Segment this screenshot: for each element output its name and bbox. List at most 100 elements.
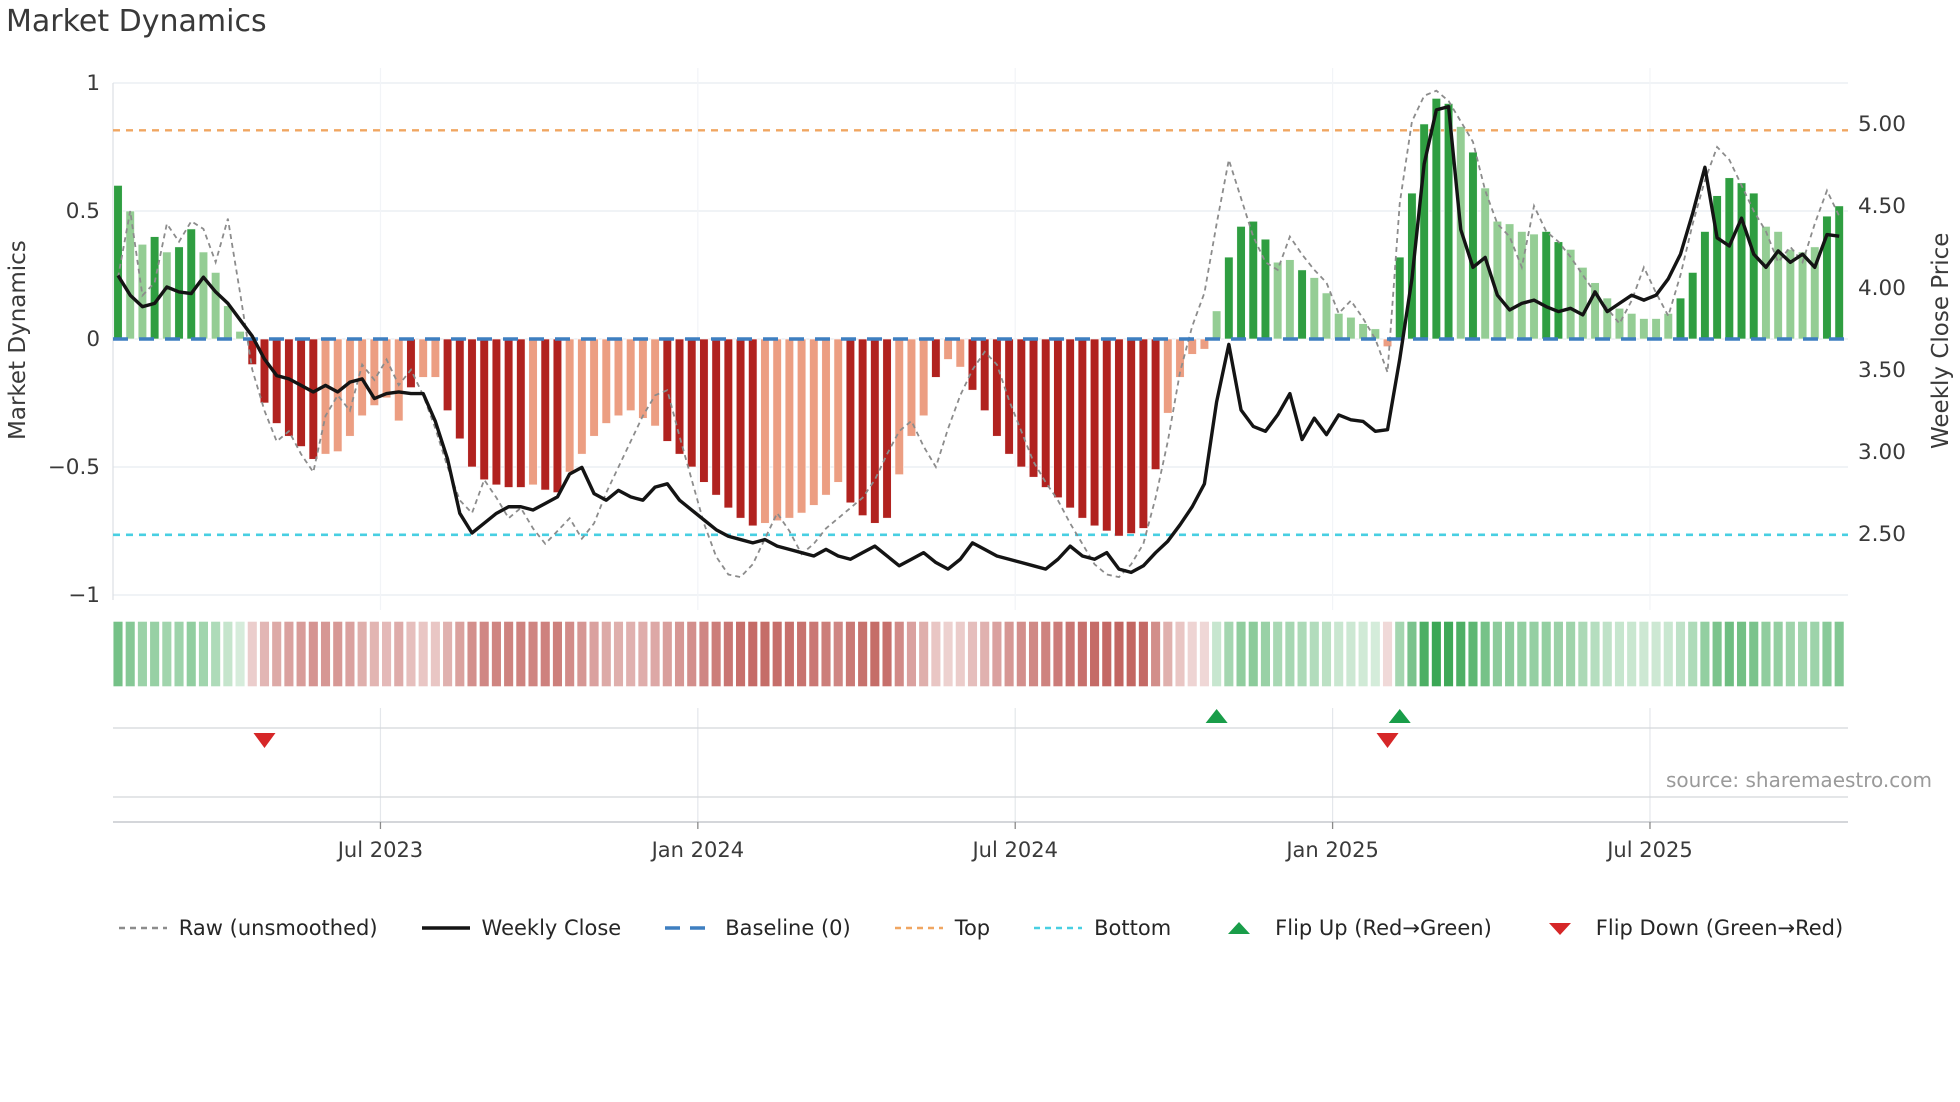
heatmap-cell	[881, 620, 893, 688]
heatmap-cell	[380, 620, 393, 688]
heatmap-cell	[319, 620, 332, 688]
heatmap-cell	[795, 620, 808, 688]
legend-label: Weekly Close	[481, 916, 622, 940]
oscillator-bar	[540, 338, 550, 491]
oscillator-bar	[333, 338, 343, 452]
oscillator-bar	[906, 338, 917, 437]
heatmap-cell	[1149, 620, 1162, 688]
heatmap-cell	[1381, 620, 1394, 688]
heatmap-cell	[1796, 620, 1809, 688]
heatmap-cell	[1344, 620, 1357, 688]
oscillator-bar	[1541, 231, 1551, 340]
x-tick-label: Jul 2025	[1605, 838, 1692, 862]
oscillator-bar	[992, 338, 1002, 437]
oscillator-bar	[1126, 338, 1136, 534]
oscillator-bar	[601, 338, 611, 424]
heatmap-cell	[1039, 620, 1052, 688]
heatmap-cell	[1698, 620, 1711, 688]
legend-item-long-dash-line: Baseline (0)	[663, 916, 851, 940]
heatmap-cell	[844, 620, 857, 688]
heatmap-cell	[1296, 620, 1309, 688]
heatmap-cell	[746, 620, 759, 688]
heatmap-cell	[1650, 620, 1663, 688]
heatmap-cell	[258, 620, 271, 688]
oscillator-bar	[320, 338, 331, 455]
oscillator-bar	[1321, 292, 1332, 340]
heatmap-cell	[685, 620, 698, 688]
legend-label: Top	[954, 916, 991, 940]
oscillator-bar	[565, 338, 575, 473]
heatmap-cell	[1027, 620, 1040, 688]
heatmap-cell	[514, 620, 527, 688]
heatmap-cell	[1821, 620, 1833, 688]
oscillator-bar	[870, 338, 880, 524]
flip-up-marker	[1388, 709, 1411, 723]
heatmap-cell	[417, 620, 430, 688]
heatmap-cell	[1088, 620, 1101, 688]
oscillator-bar	[1651, 318, 1661, 340]
heatmap-cell	[783, 620, 796, 688]
oscillator-bar	[149, 236, 160, 340]
short-dash-line-icon	[894, 926, 943, 930]
oscillator-bar	[1761, 226, 1771, 340]
oscillator-bar	[259, 338, 270, 404]
heatmap-cell	[759, 620, 771, 688]
oscillator-bar	[796, 338, 807, 514]
oscillator-bar	[345, 338, 355, 437]
heatmap-cell	[1174, 620, 1186, 688]
oscillator-bar	[186, 228, 196, 340]
oscillator-bar	[1688, 272, 1698, 340]
heatmap-cell	[1564, 620, 1577, 688]
heatmap-cell	[1711, 620, 1724, 688]
short-dash-line-icon	[1034, 926, 1083, 930]
legend-item-triangle-up: Flip Up (Red→Green)	[1213, 916, 1492, 940]
heatmap-cell	[270, 620, 283, 688]
oscillator-bar	[467, 338, 477, 468]
source-credit: source: sharemaestro.com	[1666, 768, 1932, 792]
heatmap-cell	[1503, 620, 1516, 688]
oscillator-bar	[1700, 231, 1710, 340]
oscillator-bar	[735, 338, 746, 519]
heatmap-cell	[282, 620, 295, 688]
oscillator-bar	[113, 185, 123, 340]
heatmap-cell	[234, 620, 247, 688]
triangle-up-icon	[1228, 922, 1251, 934]
oscillator-bar	[162, 251, 172, 340]
legend-item-solid-line: Weekly Close	[420, 916, 622, 940]
oscillator-bar	[882, 338, 892, 519]
oscillator-bar	[613, 338, 624, 417]
oscillator-bar	[1297, 269, 1307, 340]
x-tick-label: Jan 2024	[650, 838, 745, 862]
oscillator-bars	[113, 98, 1844, 537]
heatmap-cell	[990, 620, 1003, 688]
oscillator-bar	[857, 338, 868, 516]
heatmap-cell	[429, 620, 442, 688]
heatmap-cell	[1222, 620, 1235, 688]
heatmap-cell	[539, 620, 552, 688]
heatmap-cell	[1833, 620, 1846, 688]
oscillator-bar	[821, 338, 831, 496]
oscillator-bar	[931, 338, 941, 378]
oscillator-bar	[1358, 323, 1368, 340]
heatmap-cell	[368, 620, 381, 688]
heatmap-cell	[954, 620, 967, 688]
heatmap-cell	[1491, 620, 1504, 688]
heatmap-cell	[1271, 620, 1284, 688]
heatmap-cell	[1784, 620, 1797, 688]
heatmap-cell	[1308, 620, 1321, 688]
oscillator-bar	[1431, 98, 1442, 340]
left-tick-label: −1	[68, 583, 100, 608]
heatmap-cell	[868, 620, 881, 688]
oscillator-bar	[1150, 338, 1161, 470]
heatmap-cell	[307, 620, 320, 688]
oscillator-bar	[650, 338, 660, 427]
heatmap-cell	[1808, 620, 1821, 688]
oscillator-bar	[833, 338, 843, 483]
right-tick-label: 5.00	[1858, 112, 1906, 137]
oscillator-bar	[699, 338, 709, 483]
left-tick-label: 0	[86, 327, 100, 352]
heatmap-cell	[1064, 620, 1077, 688]
heatmap-cell	[1759, 620, 1772, 688]
right-tick-label: 3.50	[1858, 358, 1906, 383]
heatmap-cell	[1552, 620, 1565, 688]
